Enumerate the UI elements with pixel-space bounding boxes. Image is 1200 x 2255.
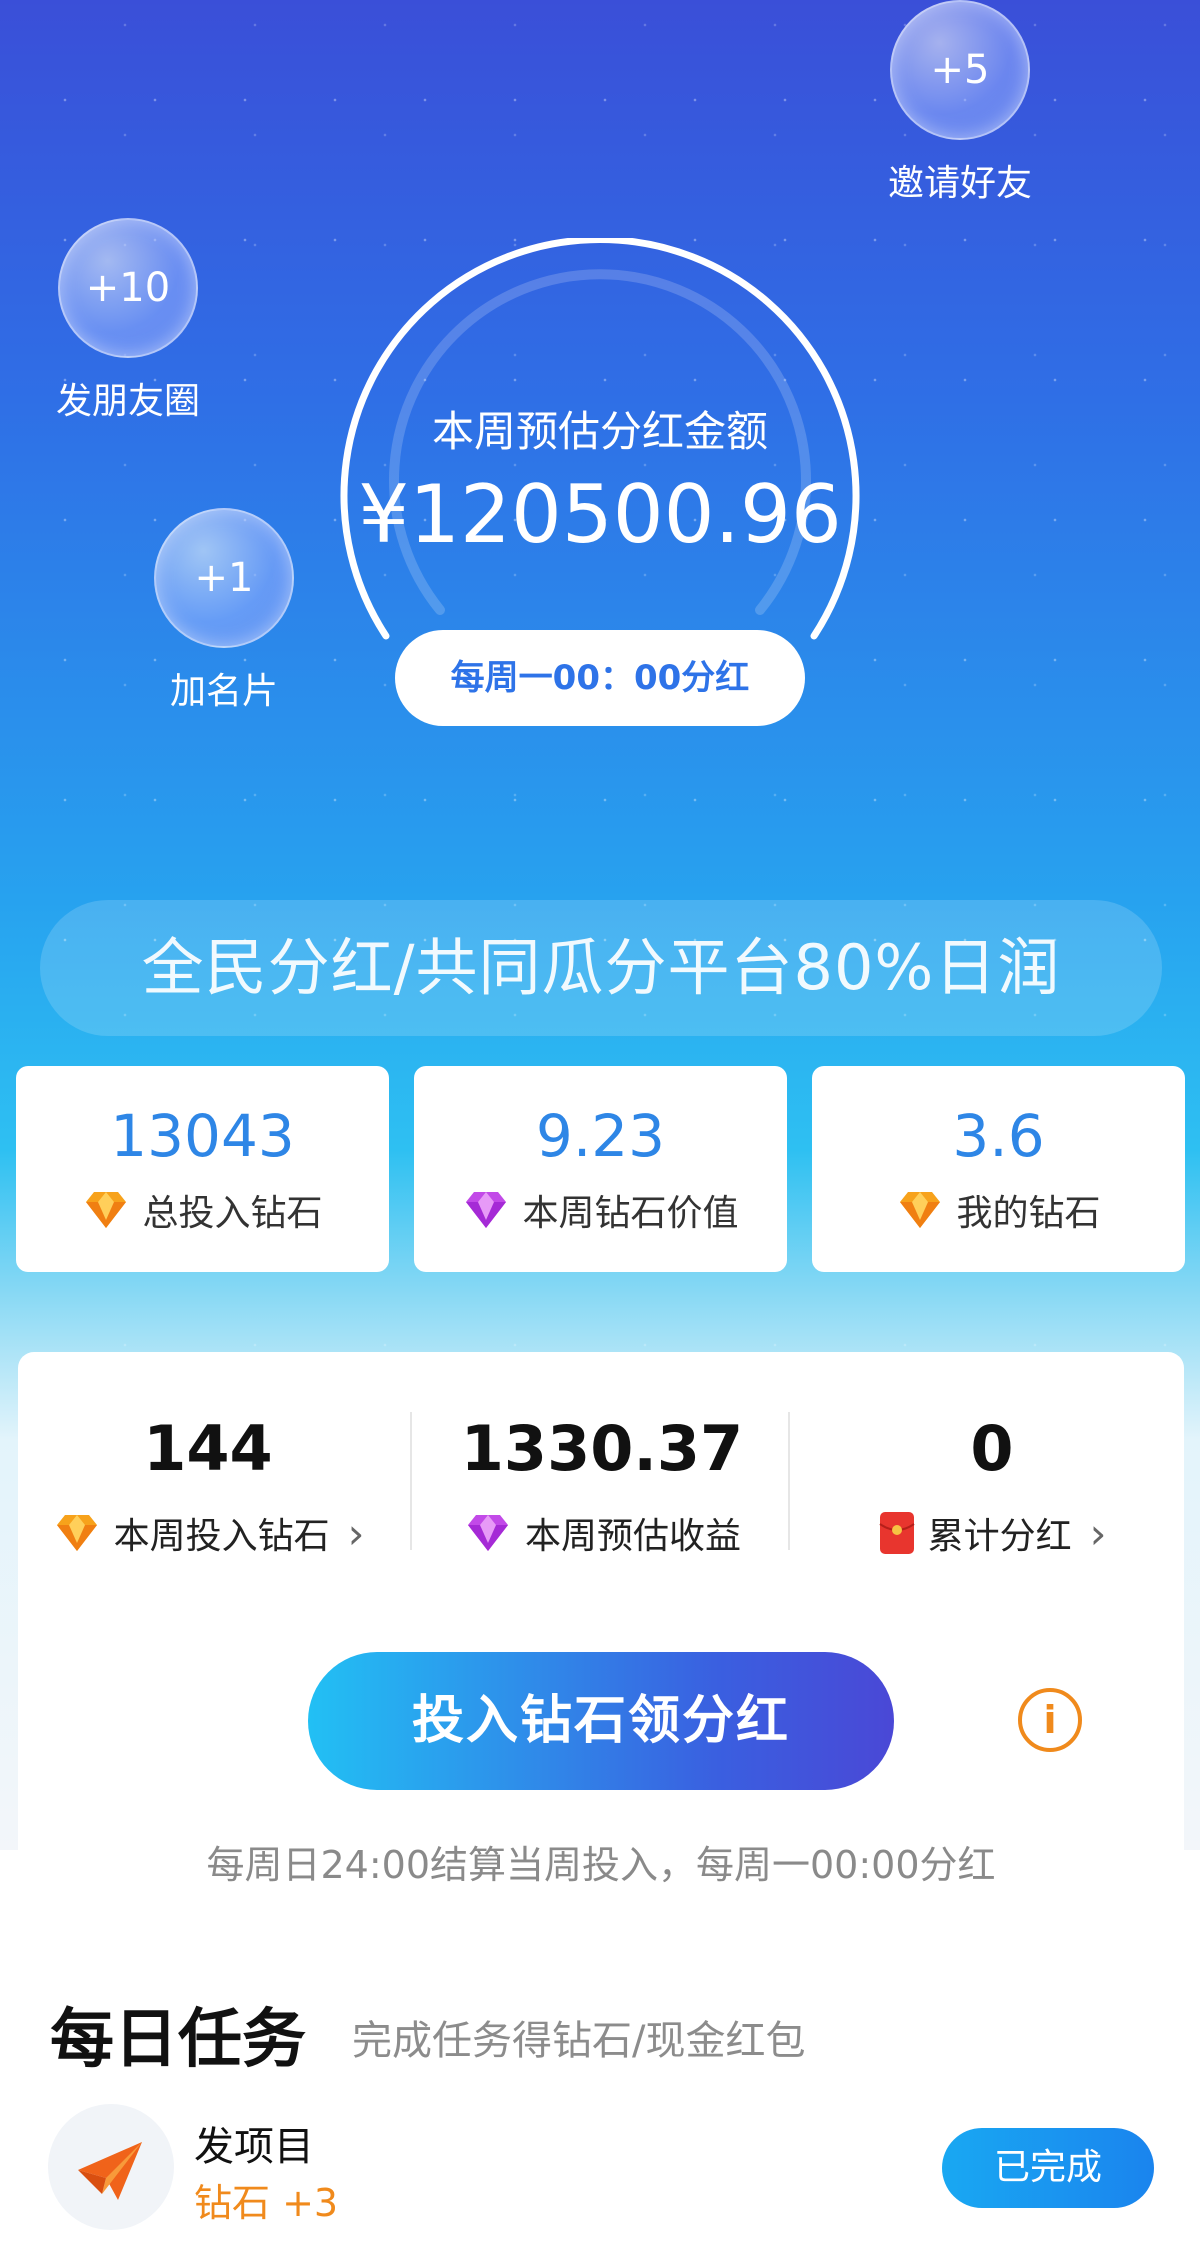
invite-label: 邀请好友 bbox=[887, 163, 1032, 204]
card-label: 加名片 bbox=[169, 671, 278, 712]
stat-value: 9.23 bbox=[535, 1102, 666, 1170]
orange-diamond-icon bbox=[86, 1192, 127, 1228]
weekly-value: 144 bbox=[143, 1412, 273, 1485]
red-envelope-icon bbox=[879, 1512, 915, 1554]
daily-tasks-title: 每日任务 bbox=[50, 2003, 306, 2077]
weekly-label: 累计分红 bbox=[927, 1516, 1072, 1557]
stat-card-total-diamonds[interactable]: 13043 总投入钻石 bbox=[16, 1066, 389, 1272]
stat-value: 13043 bbox=[110, 1102, 295, 1170]
stat-card-my-diamonds[interactable]: 3.6 我的钻石 bbox=[812, 1066, 1185, 1272]
stat-value: 3.6 bbox=[952, 1102, 1045, 1170]
weekly-estimated-earnings: 1330.37 本周预估收益 bbox=[412, 1412, 792, 1559]
weekly-label: 本周预估收益 bbox=[524, 1516, 741, 1557]
invite-friends-bubble[interactable]: +5 邀请好友 bbox=[880, 0, 1040, 206]
info-icon[interactable]: i bbox=[1018, 1688, 1082, 1752]
weekly-value: 0 bbox=[970, 1412, 1014, 1485]
task-name: 发项目 bbox=[194, 2124, 314, 2170]
invite-bonus[interactable]: +5 bbox=[890, 0, 1030, 140]
orange-diamond-icon bbox=[56, 1515, 97, 1551]
dividend-dial: 本周预估分红金额 ¥120500.96 每周一00：00分红 bbox=[340, 238, 860, 758]
chevron-right-icon[interactable]: › bbox=[1090, 1509, 1107, 1558]
stat-label: 总投入钻石 bbox=[142, 1193, 323, 1234]
dividend-amount: ¥120500.96 bbox=[358, 468, 842, 561]
settlement-note: 每周日24:00结算当周投入，每周一00:00分红 bbox=[206, 1843, 996, 1887]
moments-bonus[interactable]: +10 bbox=[58, 218, 198, 358]
chevron-right-icon[interactable]: › bbox=[348, 1509, 365, 1558]
weekly-label: 本周投入钻石 bbox=[113, 1516, 330, 1557]
paper-plane-icon bbox=[78, 2142, 142, 2200]
weekly-panel: 144 本周投入钻石 › 1330.37 本周预估收益 0 累计分红 › 投入钻… bbox=[18, 1352, 1184, 2252]
dividend-schedule-pill: 每周一00：00分红 bbox=[395, 630, 805, 726]
task-status-button[interactable]: 已完成 bbox=[942, 2128, 1154, 2208]
purple-diamond-icon bbox=[467, 1515, 508, 1551]
stat-card-diamond-value[interactable]: 9.23 本周钻石价值 bbox=[414, 1066, 787, 1272]
daily-tasks-subtitle: 完成任务得钻石/现金红包 bbox=[352, 2018, 806, 2064]
weekly-value: 1330.37 bbox=[460, 1412, 744, 1485]
slogan-banner: 全民分红/共同瓜分平台80%日润 bbox=[40, 900, 1162, 1036]
stat-label: 本周钻石价值 bbox=[522, 1193, 739, 1234]
invest-diamonds-button[interactable]: 投入钻石领分红 bbox=[308, 1652, 894, 1790]
weekly-invested-diamonds[interactable]: 144 本周投入钻石 › bbox=[18, 1412, 398, 1559]
cumulative-dividend[interactable]: 0 累计分红 › bbox=[802, 1412, 1182, 1559]
orange-diamond-icon bbox=[900, 1192, 941, 1228]
dial-title: 本周预估分红金额 bbox=[431, 407, 768, 456]
moments-bubble[interactable]: +10 发朋友圈 bbox=[48, 218, 208, 424]
card-bonus[interactable]: +1 bbox=[154, 508, 294, 648]
purple-diamond-icon bbox=[466, 1192, 507, 1228]
stat-label: 我的钻石 bbox=[956, 1193, 1101, 1234]
divider bbox=[788, 1412, 790, 1550]
task-icon-wrapper bbox=[48, 2104, 174, 2230]
moments-label: 发朋友圈 bbox=[55, 381, 200, 422]
add-card-bubble[interactable]: +1 加名片 bbox=[144, 508, 304, 714]
task-reward: 钻石 +3 bbox=[194, 2181, 339, 2225]
